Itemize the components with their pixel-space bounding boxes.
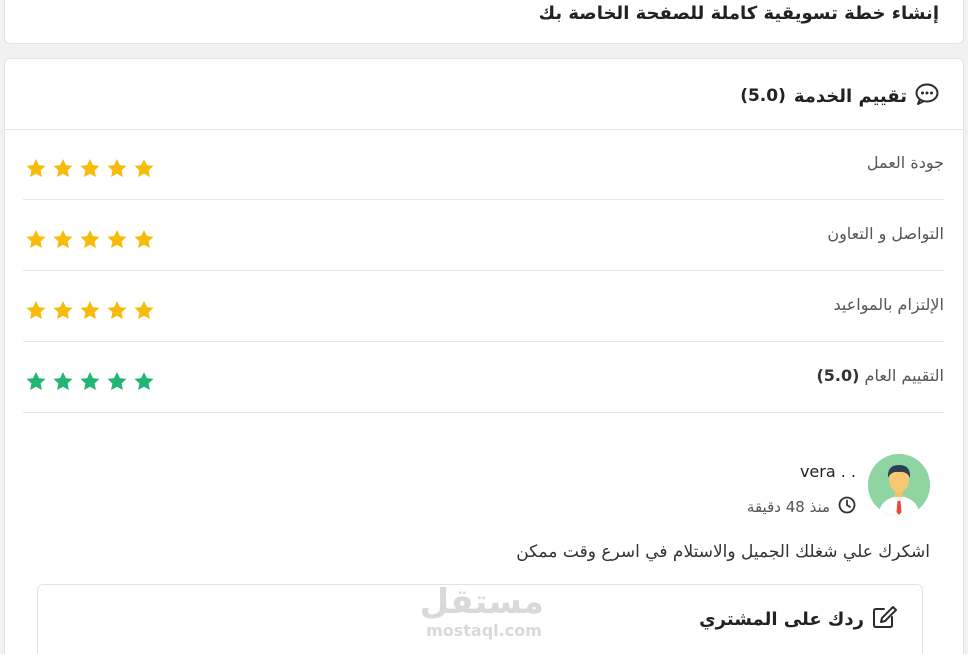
star-rating (25, 157, 155, 179)
rating-label: التواصل و التعاون (827, 224, 944, 243)
star-icon (53, 230, 73, 248)
star-icon (26, 159, 46, 177)
star-icon (134, 159, 154, 177)
star-rating (25, 228, 155, 250)
star-icon (80, 301, 100, 319)
rating-rows: جودة العمل التواصل و التعاون الإلتزام با… (23, 129, 944, 413)
star-icon (53, 159, 73, 177)
rating-label: التقييم العام (864, 366, 944, 385)
star-rating (25, 299, 155, 321)
edit-icon (872, 605, 898, 633)
chat-bubble-icon (915, 83, 939, 109)
rating-label: جودة العمل (866, 153, 944, 172)
rating-card-title: تقييم الخدمة (793, 85, 907, 107)
rating-card-header: تقييم الخدمة (5.0) (5, 59, 963, 130)
star-icon (134, 230, 154, 248)
star-icon (26, 372, 46, 390)
star-rating (25, 370, 155, 392)
reviewer-name[interactable]: vera . . (800, 462, 856, 481)
star-icon (80, 372, 100, 390)
reply-title: ردك على المشتري (699, 608, 864, 630)
reply-box: ردك على المشتري (37, 584, 923, 654)
star-icon (26, 230, 46, 248)
star-icon (80, 159, 100, 177)
clock-icon (838, 496, 856, 518)
rating-row-deadlines: الإلتزام بالمواعيد (23, 271, 944, 342)
star-icon (134, 301, 154, 319)
star-icon (107, 230, 127, 248)
rating-row-quality: جودة العمل (23, 129, 944, 200)
star-icon (107, 159, 127, 177)
star-icon (53, 301, 73, 319)
rating-label: الإلتزام بالمواعيد (833, 295, 944, 314)
star-icon (80, 230, 100, 248)
star-icon (134, 372, 154, 390)
review-time-text: منذ 48 دقيقة (746, 498, 830, 516)
service-title-card: إنشاء خطة تسويقية كاملة للصفحة الخاصة بك (4, 0, 964, 44)
rating-row-communication: التواصل و التعاون (23, 200, 944, 271)
rating-card-score: (5.0) (740, 86, 786, 106)
star-icon (107, 372, 127, 390)
review-time: منذ 48 دقيقة (747, 496, 856, 518)
avatar[interactable] (868, 454, 930, 516)
rating-row-overall: التقييم العام (5.0) (23, 342, 944, 413)
service-title: إنشاء خطة تسويقية كاملة للصفحة الخاصة بك (538, 3, 939, 24)
overall-score: (5.0) (816, 366, 860, 385)
star-icon (26, 301, 46, 319)
review-comment: اشكرك علي شغلك الجميل والاستلام في اسرع … (516, 542, 930, 562)
star-icon (107, 301, 127, 319)
star-icon (53, 372, 73, 390)
